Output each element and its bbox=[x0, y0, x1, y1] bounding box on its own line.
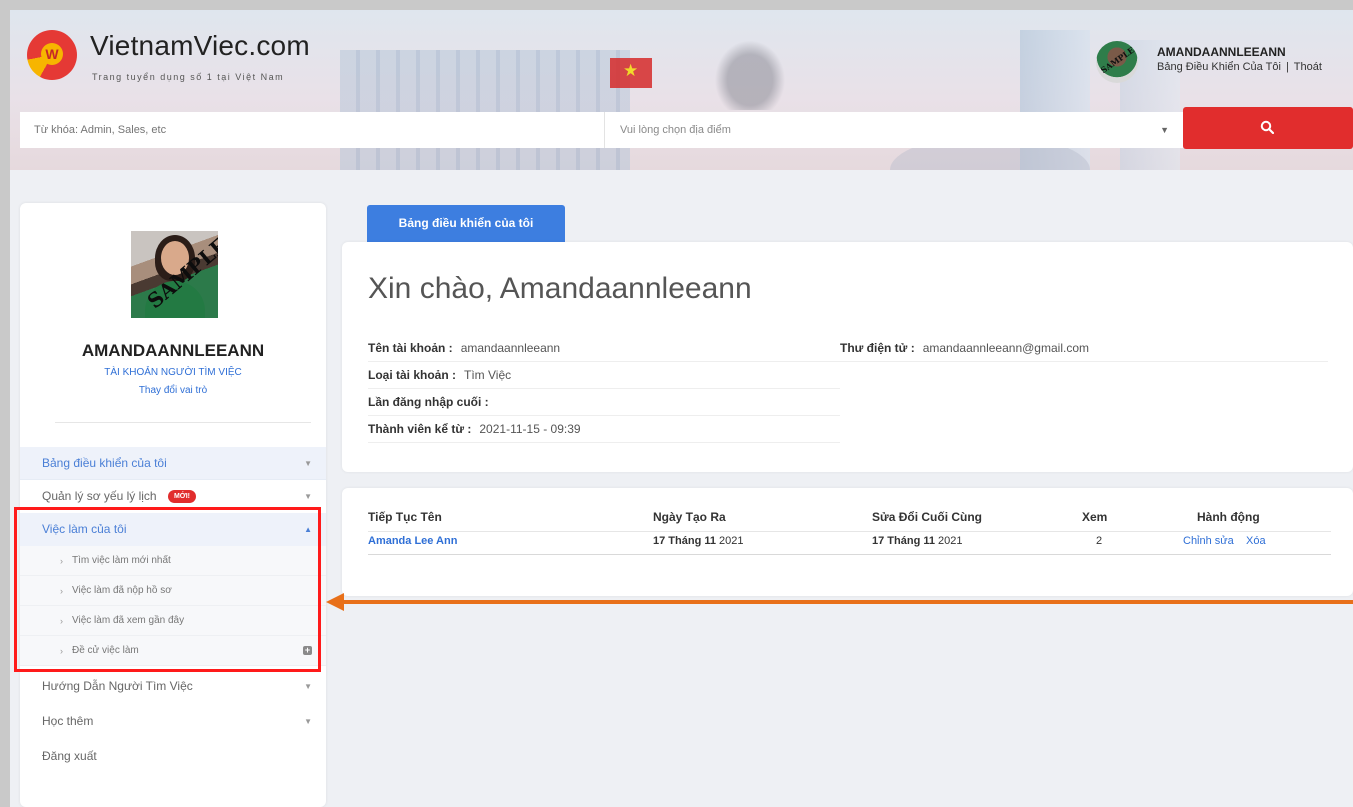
search-icon bbox=[1260, 120, 1274, 134]
location-select-placeholder: Vui lòng chọn địa điểm bbox=[620, 124, 731, 136]
logo-icon[interactable]: W bbox=[27, 30, 77, 80]
site-tagline: Trang tuyển dụng số 1 tại Việt Nam bbox=[92, 72, 285, 82]
vietnam-flag-image bbox=[610, 58, 652, 88]
user-avatar[interactable]: SAMPLE bbox=[1096, 41, 1138, 83]
column-header-name: Tiếp Tục Tên bbox=[368, 510, 442, 524]
sidebar: SAMPLE AMANDAANNLEEANN TÀI KHOẢN NGƯỜI T… bbox=[20, 203, 326, 807]
link-separator: | bbox=[1285, 61, 1289, 73]
sidebar-item-label: Hướng Dẫn Người Tìm Việc bbox=[42, 679, 193, 693]
delete-link[interactable]: Xóa bbox=[1246, 535, 1266, 547]
highlight-annotation-box bbox=[14, 507, 321, 672]
sidebar-item-logout[interactable]: Đăng xuất bbox=[20, 740, 326, 773]
header-user-links: Bảng Điều Khiển Của Tôi | Thoát bbox=[1157, 61, 1322, 73]
site-logo-name[interactable]: VietnamViec.com bbox=[90, 30, 310, 62]
search-button[interactable] bbox=[1183, 107, 1353, 149]
search-bar: Vui lòng chọn địa điểm ▼ bbox=[20, 112, 1183, 148]
switch-role-link[interactable]: Thay đổi vai trò bbox=[20, 385, 326, 396]
member-since-row: Thành viên kể từ :2021-11-15 - 09:39 bbox=[368, 416, 840, 443]
site-header: W VietnamViec.com Trang tuyển dụng số 1 … bbox=[10, 10, 1353, 170]
annotation-arrow-line bbox=[342, 600, 1353, 604]
sidebar-item-learn-more[interactable]: Học thêm ▼ bbox=[20, 705, 326, 738]
table-row-divider bbox=[368, 554, 1331, 555]
account-type-value: Tìm Việc bbox=[464, 368, 512, 382]
sidebar-divider bbox=[55, 422, 311, 423]
new-badge: MỚI! bbox=[167, 490, 197, 504]
sidebar-item-label: Bảng điều khiển của tôi bbox=[42, 456, 167, 470]
sidebar-item-label: Đăng xuất bbox=[42, 749, 97, 763]
sidebar-item-label: Quản lý sơ yếu lý lịch bbox=[42, 489, 157, 503]
annotation-arrow-head bbox=[326, 593, 344, 611]
account-info-card: Xin chào, Amandaannleeann Tên tài khoản … bbox=[342, 242, 1353, 472]
sidebar-item-label: Học thêm bbox=[42, 714, 94, 728]
dashboard-link[interactable]: Bảng Điều Khiển Của Tôi bbox=[1157, 61, 1281, 73]
account-name-value: amandaannleeann bbox=[460, 341, 561, 355]
profile-photo: SAMPLE bbox=[131, 231, 218, 318]
location-select[interactable]: Vui lòng chọn địa điểm ▼ bbox=[606, 112, 1183, 148]
email-value: amandaannleeann@gmail.com bbox=[922, 341, 1089, 355]
sidebar-item-job-seeker-guide[interactable]: Hướng Dẫn Người Tìm Việc ▼ bbox=[20, 670, 326, 703]
header-username[interactable]: AMANDAANNLEEANN bbox=[1157, 45, 1286, 59]
account-name-row: Tên tài khoản : amandaannleeann bbox=[368, 335, 840, 362]
tab-my-dashboard[interactable]: Bảng điều khiển của tôi bbox=[367, 205, 565, 242]
resume-name-link[interactable]: Amanda Lee Ann bbox=[368, 535, 457, 547]
greeting-heading: Xin chào, Amandaannleeann bbox=[368, 272, 752, 305]
header-background-building bbox=[340, 50, 630, 170]
logout-link[interactable]: Thoát bbox=[1294, 61, 1322, 73]
edit-link[interactable]: Chỉnh sửa bbox=[1183, 535, 1234, 547]
profile-role[interactable]: TÀI KHOẢN NGƯỜI TÌM VIỆC bbox=[20, 367, 326, 378]
member-since-value: 2021-11-15 - 09:39 bbox=[479, 422, 581, 436]
column-header-modified: Sửa Đổi Cuối Cùng bbox=[872, 510, 983, 524]
account-type-row: Loại tài khoản : Tìm Việc bbox=[368, 362, 840, 389]
dropdown-arrow-icon: ▼ bbox=[1160, 125, 1169, 135]
page-frame: W VietnamViec.com Trang tuyển dụng số 1 … bbox=[10, 10, 1353, 807]
resume-table-card: Tiếp Tục Tên Ngày Tạo Ra Sửa Đổi Cuối Cù… bbox=[342, 488, 1353, 596]
chevron-down-icon: ▼ bbox=[304, 459, 312, 468]
chevron-down-icon: ▼ bbox=[304, 717, 312, 726]
profile-name: AMANDAANNLEEANN bbox=[81, 341, 265, 360]
column-header-views: Xem bbox=[1082, 510, 1108, 524]
sidebar-item-dashboard[interactable]: Bảng điều khiển của tôi ▼ bbox=[20, 447, 326, 480]
email-row: Thư điện tử : amandaannleeann@gmail.com bbox=[840, 335, 1328, 362]
table-header-divider bbox=[368, 531, 1331, 532]
header-background-statue bbox=[710, 35, 790, 110]
modified-date-cell: 17 Tháng 11 2021 bbox=[872, 535, 963, 547]
column-header-created: Ngày Tạo Ra bbox=[653, 510, 726, 524]
chevron-down-icon: ▼ bbox=[304, 682, 312, 691]
created-date-cell: 17 Tháng 11 2021 bbox=[653, 535, 744, 547]
column-header-actions: Hành động bbox=[1197, 510, 1260, 524]
keyword-search-input[interactable] bbox=[20, 112, 605, 148]
views-cell: 2 bbox=[1096, 535, 1103, 547]
last-login-row: Lần đăng nhập cuối : bbox=[368, 389, 840, 416]
